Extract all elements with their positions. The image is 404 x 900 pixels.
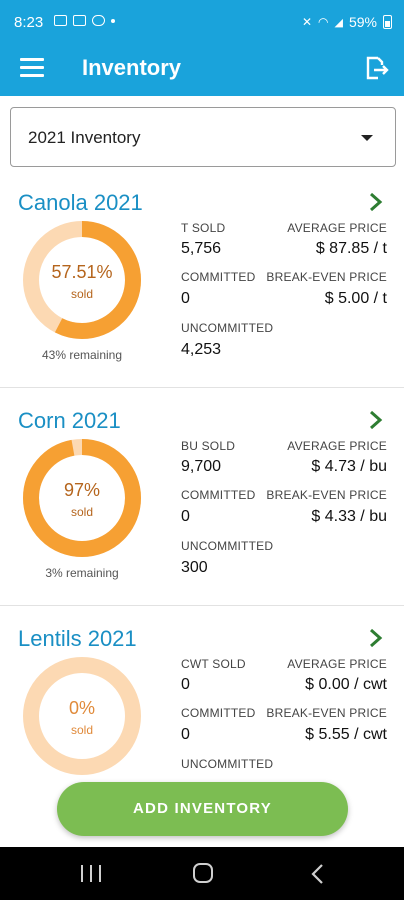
wifi-icon: ◠ — [318, 15, 329, 29]
cloud-icon — [92, 15, 105, 26]
status-bar: 8:23 ✕ ◠ ◢ 59% — [0, 0, 404, 44]
break-even-value: $ 5.00 / t — [324, 290, 387, 307]
average-price-value: $ 4.73 / bu — [311, 458, 387, 475]
committed-value: 0 — [181, 290, 190, 307]
sold-label: sold — [70, 287, 93, 301]
add-inventory-button[interactable]: ADD INVENTORY — [57, 782, 348, 836]
committed-value: 0 — [181, 508, 190, 525]
uncommitted-value: 4,253 — [181, 341, 222, 358]
average-price-value: $ 0.00 / cwt — [305, 676, 387, 693]
sold-label: sold — [70, 723, 93, 737]
image-icon — [73, 15, 86, 26]
page-title: Inventory — [82, 55, 182, 80]
app-bar: Inventory — [0, 44, 404, 96]
sold-label: sold — [70, 505, 93, 519]
sold-value: 5,756 — [181, 240, 222, 257]
committed-header: COMMITTED — [181, 270, 256, 284]
message-icon — [54, 15, 67, 26]
crop-title: Corn 2021 — [18, 408, 121, 433]
chevron-right-icon[interactable] — [368, 192, 384, 212]
sold-value: 0 — [181, 676, 190, 693]
uncommitted-header: UNCOMMITTED — [181, 321, 274, 335]
percent-sold: 97% — [63, 480, 101, 500]
break-even-header: BREAK-EVEN PRICE — [266, 488, 387, 502]
break-even-value: $ 5.55 / cwt — [305, 726, 387, 743]
signal-icon: ◢ — [334, 16, 343, 29]
recent-apps-icon[interactable] — [81, 865, 101, 882]
dot-icon — [111, 18, 115, 23]
chevron-right-icon[interactable] — [368, 628, 384, 648]
average-price-header: AVERAGE PRICE — [287, 439, 387, 453]
uncommitted-header: UNCOMMITTED — [181, 539, 274, 553]
percent-sold: 57.51% — [51, 262, 113, 282]
crop-title: Canola 2021 — [18, 190, 143, 215]
committed-value: 0 — [181, 726, 190, 743]
chevron-right-icon[interactable] — [368, 410, 384, 430]
average-price-header: AVERAGE PRICE — [287, 221, 387, 235]
chevron-down-icon — [361, 135, 373, 141]
system-icons: ✕ ◠ ◢ 59% — [302, 14, 392, 30]
selected-inventory: 2021 Inventory — [28, 128, 141, 147]
sold-header: CWT SOLD — [181, 657, 246, 671]
export-icon[interactable] — [362, 54, 390, 82]
crop-card-canola[interactable]: Canola 2021 57.51% sold 43% remaining T … — [0, 170, 404, 388]
home-icon[interactable] — [193, 863, 213, 883]
system-nav-bar — [0, 847, 404, 900]
crop-card-corn[interactable]: Corn 2021 97% sold 3% remaining BU SOLD … — [0, 388, 404, 606]
average-price-value: $ 87.85 / t — [315, 240, 387, 257]
inventory-year-select[interactable]: 2021 Inventory — [10, 107, 396, 167]
uncommitted-header: UNCOMMITTED — [181, 757, 274, 771]
mute-icon: ✕ — [301, 15, 313, 29]
battery-level: 59% — [348, 14, 377, 30]
committed-header: COMMITTED — [181, 706, 256, 720]
break-even-header: BREAK-EVEN PRICE — [266, 270, 387, 284]
uncommitted-value: 300 — [181, 559, 208, 576]
remaining-label: 3% remaining — [45, 566, 119, 580]
break-even-header: BREAK-EVEN PRICE — [266, 706, 387, 720]
battery-icon — [383, 15, 392, 29]
average-price-header: AVERAGE PRICE — [287, 657, 387, 671]
status-time: 8:23 — [14, 14, 44, 31]
break-even-value: $ 4.33 / bu — [311, 508, 387, 525]
menu-icon[interactable] — [20, 58, 44, 80]
sold-header: T SOLD — [181, 221, 226, 235]
percent-sold: 0% — [68, 698, 95, 718]
back-icon[interactable] — [308, 863, 328, 885]
sold-value: 9,700 — [181, 458, 222, 475]
crop-title: Lentils 2021 — [18, 626, 137, 651]
remaining-label: 43% remaining — [41, 348, 123, 362]
notification-icons — [54, 15, 115, 26]
sold-header: BU SOLD — [181, 439, 236, 453]
committed-header: COMMITTED — [181, 488, 256, 502]
